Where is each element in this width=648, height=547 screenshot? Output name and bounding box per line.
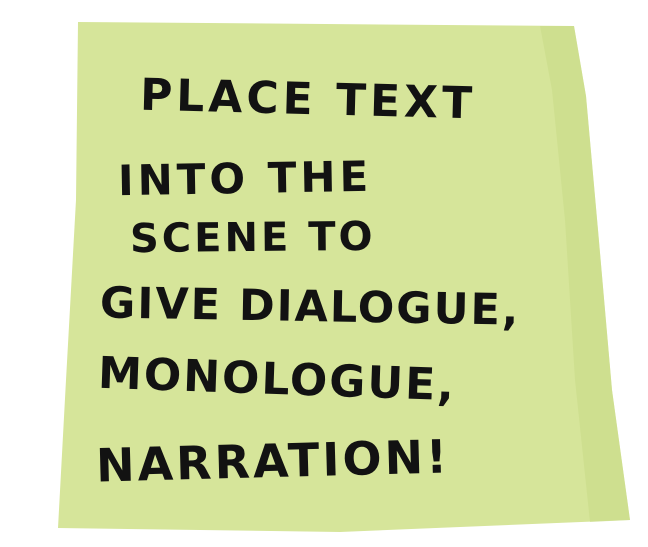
message-line-3: SCENE TO [129, 213, 376, 263]
message-line-2: INTO THE [117, 151, 373, 206]
message-line-6: NARRATION! [95, 429, 451, 493]
message-line-4: GIVE DIALOGUE, [99, 278, 521, 336]
handwritten-message: PLACE TEXT INTO THE SCENE TO GIVE DIALOG… [0, 0, 648, 547]
message-line-1: PLACE TEXT [139, 69, 477, 130]
scene: PLACE TEXT INTO THE SCENE TO GIVE DIALOG… [0, 0, 648, 547]
message-line-5: MONOLOGUE, [97, 347, 457, 412]
